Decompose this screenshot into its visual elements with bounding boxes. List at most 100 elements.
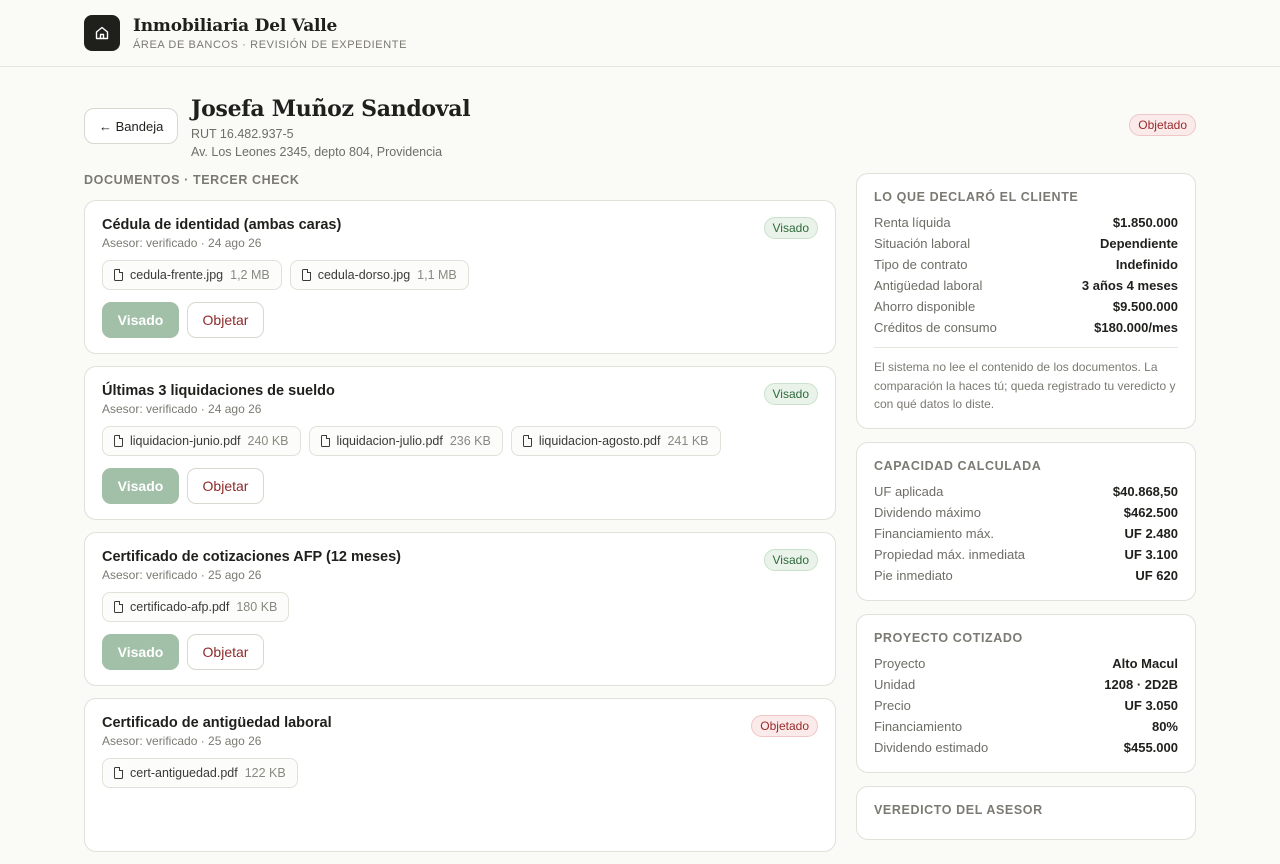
brand-title: Inmobiliaria Del Valle — [133, 15, 338, 36]
kv-row: Ahorro disponible $9.500.000 — [874, 296, 1178, 317]
kv-row: Propiedad máx. inmediata UF 3.100 — [874, 544, 1178, 565]
documents-section-label: DOCUMENTOS · TERCER CHECK — [84, 173, 300, 187]
back-to-inbox-button[interactable]: ← Bandeja — [84, 108, 179, 144]
kv-key: Precio — [874, 697, 911, 713]
kv-value: $40.868,50 — [1112, 483, 1178, 499]
kv-row: Unidad 1208 · 2D2B — [874, 674, 1178, 695]
approve-button[interactable]: Visado — [102, 634, 179, 670]
client-address: Av. Los Leones 2345, depto 804, Providen… — [191, 145, 443, 159]
kv-row: Financiamiento 80% — [874, 716, 1178, 737]
kv-key: Financiamiento — [874, 718, 963, 734]
document-meta: Asesor: verificado · 25 ago 26 — [102, 568, 262, 582]
reject-button[interactable]: Objetar — [187, 468, 264, 504]
kv-value: 3 años 4 meses — [1081, 278, 1178, 293]
document-title: Últimas 3 liquidaciones de sueldo — [102, 383, 335, 399]
file-name: liquidacion-agosto.pdf — [538, 434, 661, 448]
file-icon — [301, 269, 311, 281]
declared-card: LO QUE DECLARÓ EL CLIENTE Renta líquida $… — [856, 173, 1196, 429]
document-status-badge: Visado — [763, 549, 818, 571]
approve-button[interactable]: Visado — [102, 468, 179, 504]
document-card: Certificado de cotizaciones AFP (12 mese… — [84, 532, 836, 686]
file-name: cert-antiguedad.pdf — [130, 766, 238, 780]
kv-key: Financiamiento máx. — [874, 525, 994, 541]
document-card: Certificado de antigüedad laboral Asesor… — [84, 698, 836, 852]
file-icon — [114, 767, 123, 779]
client-name: Josefa Muñoz Sandoval — [191, 96, 471, 122]
document-title: Certificado de cotizaciones AFP (12 mese… — [102, 549, 401, 565]
kv-value: $462.500 — [1123, 504, 1178, 520]
kv-key: Ahorro disponible — [874, 299, 976, 314]
summary-sidebar: LO QUE DECLARÓ EL CLIENTE Renta líquida $… — [856, 173, 1196, 853]
kv-row: Tipo de contrato Indefinido — [874, 254, 1178, 275]
capacity-card: CAPACIDAD CALCULADA UF aplicada $40.868,5… — [856, 441, 1196, 601]
kv-value: $1.850.000 — [1112, 215, 1178, 230]
verdict-title: VEREDICTO DEL ASESOR — [874, 802, 1043, 817]
kv-row: Renta líquida $1.850.000 — [874, 212, 1178, 233]
document-title: Certificado de antigüedad laboral — [102, 715, 332, 731]
file-chip[interactable]: cert-antiguedad.pdf 122 KB — [102, 758, 298, 788]
kv-key: Pie inmediato — [874, 567, 953, 583]
declared-title: LO QUE DECLARÓ EL CLIENTE — [874, 190, 1079, 204]
file-size: 180 KB — [236, 600, 278, 614]
kv-value: 80% — [1151, 718, 1178, 734]
client-rut: RUT 16.482.937-5 — [191, 127, 294, 141]
kv-row: Proyecto Alto Macul — [874, 653, 1178, 674]
reject-button[interactable]: Objetar — [187, 302, 264, 338]
document-card: Cédula de identidad (ambas caras) Asesor… — [84, 200, 836, 354]
file-chip[interactable]: liquidacion-junio.pdf 240 KB — [102, 426, 301, 456]
house-icon — [84, 15, 120, 51]
reject-button[interactable]: Objetar — [187, 634, 264, 670]
kv-value: UF 3.050 — [1124, 697, 1178, 713]
file-chip[interactable]: certificado-afp.pdf 180 KB — [102, 592, 290, 622]
kv-key: Renta líquida — [874, 215, 951, 230]
kv-value: UF 3.100 — [1124, 546, 1178, 562]
kv-value: UF 620 — [1135, 567, 1178, 583]
file-chip[interactable]: cedula-frente.jpg 1,2 MB — [102, 260, 282, 290]
kv-key: Situación laboral — [874, 236, 971, 251]
kv-value: $180.000/mes — [1094, 320, 1178, 335]
kv-key: Proyecto — [874, 655, 926, 671]
approve-button[interactable]: Visado — [102, 302, 179, 338]
client-info: Josefa Muñoz Sandoval RUT 16.482.937-5 A… — [191, 96, 471, 159]
project-card: PROYECTO COTIZADO Proyecto Alto Macul Uni… — [856, 613, 1196, 773]
project-title: PROYECTO COTIZADO — [874, 630, 1023, 645]
file-icon — [114, 269, 123, 281]
kv-row: UF aplicada $40.868,50 — [874, 481, 1178, 502]
kv-value: 1208 · 2D2B — [1104, 676, 1178, 692]
kv-row: Financiamiento máx. UF 2.480 — [874, 523, 1178, 544]
kv-value: Indefinido — [1115, 257, 1178, 272]
brand-subtitle: Área de bancos · Revisión de expediente — [133, 38, 408, 51]
kv-value: UF 2.480 — [1124, 525, 1178, 541]
kv-row: Pie inmediato UF 620 — [874, 565, 1178, 586]
file-chip[interactable]: cedula-dorso.jpg 1,1 MB — [289, 260, 469, 290]
file-chip[interactable]: liquidacion-julio.pdf 236 KB — [308, 426, 503, 456]
file-size: 240 KB — [247, 434, 289, 448]
kv-key: Dividendo máximo — [874, 504, 981, 520]
file-name: certificado-afp.pdf — [130, 600, 230, 614]
kv-row: Antigüedad laboral 3 años 4 meses — [874, 275, 1178, 296]
file-name: liquidacion-junio.pdf — [130, 434, 241, 448]
verdict-card: VEREDICTO DEL ASESOR — [856, 785, 1196, 840]
kv-key: Tipo de contrato — [874, 257, 968, 272]
kv-value: Alto Macul — [1112, 655, 1178, 671]
document-status-badge: Visado — [763, 217, 818, 239]
kv-value: $455.000 — [1123, 739, 1178, 755]
brand: Inmobiliaria Del Valle Área de bancos · … — [133, 16, 407, 51]
kv-row: Precio UF 3.050 — [874, 695, 1178, 716]
file-name: liquidacion-julio.pdf — [336, 434, 443, 448]
capacity-title: CAPACIDAD CALCULADA — [874, 458, 1042, 473]
file-icon — [320, 435, 330, 447]
file-chip[interactable]: liquidacion-agosto.pdf 241 KB — [510, 426, 721, 456]
file-header: ← Bandeja Josefa Muñoz Sandoval RUT 16.4… — [84, 96, 1196, 159]
kv-key: UF aplicada — [874, 483, 944, 499]
file-size: 1,1 MB — [417, 268, 457, 282]
document-status-badge: Objetado — [751, 715, 818, 737]
kv-key: Unidad — [874, 676, 916, 692]
document-meta: Asesor: verificado · 24 ago 26 — [102, 236, 262, 250]
document-meta: Asesor: verificado · 25 ago 26 — [102, 734, 262, 748]
kv-key: Antigüedad laboral — [874, 278, 983, 293]
file-icon — [114, 601, 123, 613]
file-size: 1,2 MB — [230, 268, 270, 282]
top-bar: Inmobiliaria Del Valle Área de bancos · … — [0, 0, 1280, 67]
file-icon — [522, 435, 532, 447]
